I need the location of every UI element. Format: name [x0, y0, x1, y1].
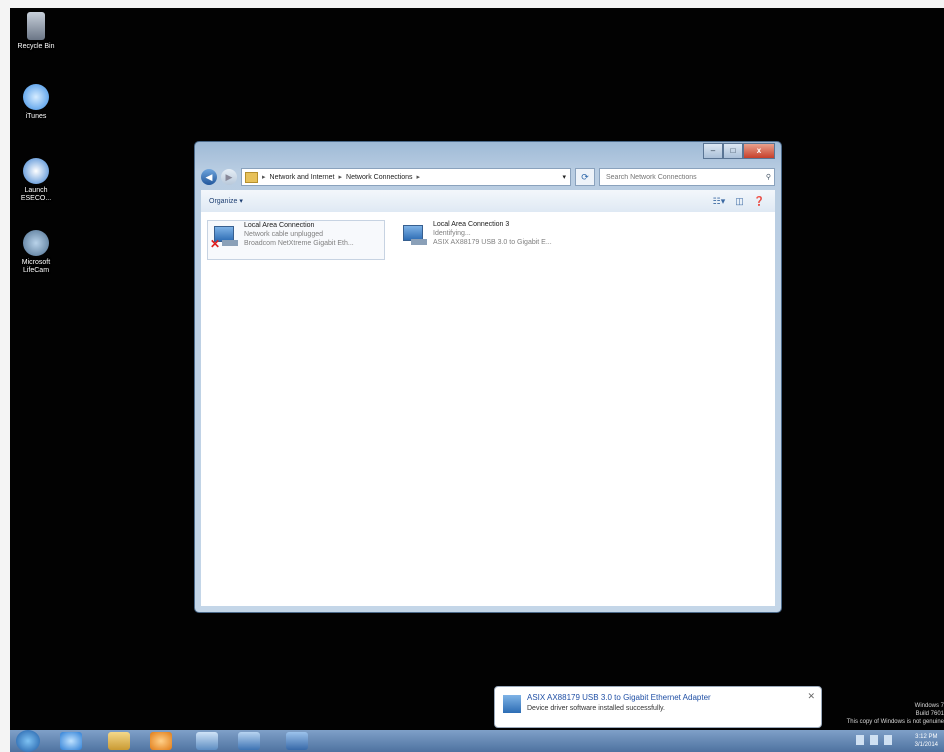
launch-icon	[23, 158, 49, 184]
watermark-line: This copy of Windows is not genuine	[846, 719, 944, 725]
control-panel-taskbar-icon[interactable]	[196, 732, 218, 750]
connection-name: Local Area Connection 3	[433, 221, 510, 228]
media-player-icon[interactable]	[150, 732, 172, 750]
notification-area-icon[interactable]	[856, 735, 864, 745]
taskbar: 3:12 PM 3/1/2014	[10, 730, 944, 752]
search-input[interactable]	[604, 172, 748, 182]
network-tray-icon[interactable]	[870, 735, 878, 745]
desktop-icon-recycle-bin[interactable]: Recycle Bin	[12, 12, 60, 51]
close-notification-icon[interactable]: ✕	[807, 691, 815, 702]
desktop-icon-itunes[interactable]: iTunes	[12, 84, 60, 121]
view-controls: ☷▾ ◫ ❓	[713, 196, 775, 207]
title-bar[interactable]: – □ x	[195, 142, 781, 166]
watermark-line: Windows 7	[914, 703, 944, 709]
connections-list: ✕ Local Area Connection Network cable un…	[201, 212, 775, 606]
desktop-icon-label: Microsoft LifeCam	[21, 259, 51, 274]
internet-explorer-icon[interactable]	[60, 732, 82, 750]
desktop-icon-launch[interactable]: Launch ESECO...	[12, 158, 60, 203]
preview-pane-icon[interactable]: ◫	[735, 196, 744, 207]
maximize-button[interactable]: □	[723, 143, 743, 159]
connection-details: Local Area Connection Network cable unpl…	[244, 221, 354, 259]
itunes-icon	[23, 84, 49, 110]
connection-status: Identifying...	[433, 230, 471, 237]
connection-status: Network cable unplugged	[244, 231, 323, 238]
system-tray	[856, 735, 892, 745]
clock[interactable]: 3:12 PM 3/1/2014	[915, 733, 938, 749]
view-options-icon[interactable]: ☷▾	[713, 196, 726, 207]
organize-menu[interactable]: Organize ▾	[209, 197, 243, 205]
close-button[interactable]: x	[743, 143, 775, 159]
clock-time: 3:12 PM	[915, 734, 938, 740]
command-bar: Organize ▾ ☷▾ ◫ ❓	[201, 190, 775, 213]
control-panel-icon	[245, 171, 258, 183]
network-adapter-icon: ✕	[210, 224, 238, 251]
connection-details: Local Area Connection 3 Identifying... A…	[433, 220, 552, 258]
notification-title: ASIX AX88179 USB 3.0 to Gigabit Ethernet…	[527, 693, 711, 702]
volume-tray-icon[interactable]	[884, 735, 892, 745]
recycle-bin-icon	[27, 12, 45, 40]
minimize-button[interactable]: –	[703, 143, 723, 159]
start-button[interactable]	[16, 730, 40, 752]
connection-name: Local Area Connection	[244, 222, 315, 229]
network-taskbar-icon[interactable]	[238, 732, 260, 750]
address-row: ◀ ▶ ▸ Network and Internet ▸ Network Con…	[201, 167, 775, 187]
connection-item[interactable]: ✕ Local Area Connection Network cable un…	[207, 220, 385, 260]
help-icon[interactable]: ❓	[754, 196, 765, 207]
desktop-icon-label: Launch ESECO...	[20, 187, 52, 202]
notification-body: Device driver software installed success…	[527, 705, 665, 712]
breadcrumb-network-and-internet[interactable]: Network and Internet	[270, 174, 335, 181]
desktop-icon-label: iTunes	[25, 113, 47, 120]
search-icon: ⚲	[765, 174, 771, 181]
window-taskbar-icon[interactable]	[286, 732, 308, 750]
desktop: Recycle Bin iTunes Launch ESECO... Micro…	[10, 8, 944, 752]
file-explorer-icon[interactable]	[108, 732, 130, 750]
network-adapter-icon	[503, 695, 521, 713]
caption-buttons: – □ x	[703, 143, 775, 159]
network-connections-window: – □ x ◀ ▶ ▸ Network and Internet ▸ Netwo…	[194, 141, 782, 613]
breadcrumb-separator: ▸	[262, 174, 266, 181]
desktop-icon-lifecam[interactable]: Microsoft LifeCam	[12, 230, 60, 275]
address-bar[interactable]: ▸ Network and Internet ▸ Network Connect…	[241, 168, 571, 186]
watermark-line: Build 7601	[915, 711, 944, 717]
breadcrumb-separator: ▸	[338, 174, 343, 181]
clock-date: 3/1/2014	[914, 742, 938, 748]
breadcrumb-separator: ▸	[416, 174, 421, 181]
windows-watermark: Windows 7 Build 7601 This copy of Window…	[847, 702, 944, 726]
driver-installed-notification[interactable]: ASIX AX88179 USB 3.0 to Gigabit Ethernet…	[494, 686, 822, 728]
search-box[interactable]: ⚲	[599, 168, 775, 186]
back-button[interactable]: ◀	[201, 169, 217, 185]
breadcrumb-network-connections[interactable]: Network Connections	[346, 174, 413, 181]
connection-device: Broadcom NetXtreme Gigabit Eth...	[244, 240, 354, 247]
connection-item[interactable]: Local Area Connection 3 Identifying... A…	[397, 220, 573, 258]
connection-device: ASIX AX88179 USB 3.0 to Gigabit E...	[433, 239, 552, 246]
address-dropdown-icon[interactable]: ▾	[562, 173, 570, 181]
forward-button[interactable]: ▶	[221, 169, 237, 185]
network-adapter-icon	[401, 223, 427, 249]
disconnected-x-icon: ✕	[210, 237, 221, 251]
desktop-icon-label: Recycle Bin	[17, 43, 55, 50]
refresh-button[interactable]: ⟳	[575, 168, 595, 186]
lifecam-icon	[23, 230, 49, 256]
